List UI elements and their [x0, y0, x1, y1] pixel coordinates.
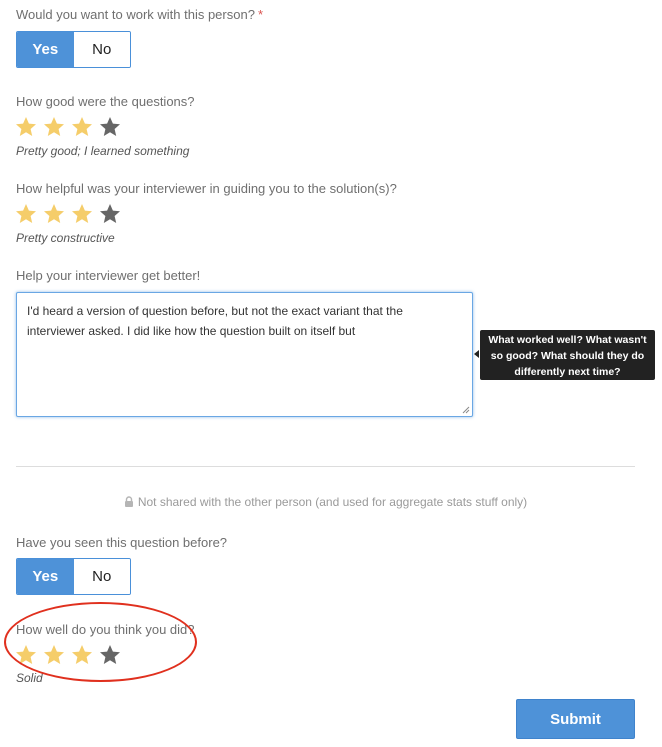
star-icon[interactable]	[42, 115, 66, 139]
star-icon[interactable]	[14, 115, 38, 139]
star-icon[interactable]	[98, 115, 122, 139]
self-assessment-label: How well do you think you did?	[16, 622, 195, 637]
question-quality-label: How good were the questions?	[16, 94, 195, 109]
private-note-text: Not shared with the other person (and us…	[137, 495, 528, 509]
feedback-text: I'd heard a version of question before, …	[27, 304, 403, 338]
seen-question-no-button[interactable]: No	[73, 559, 130, 594]
feedback-tooltip: What worked well? What wasn't so good? W…	[480, 330, 655, 380]
feedback-label: Help your interviewer get better!	[16, 268, 201, 283]
star-icon[interactable]	[70, 643, 94, 667]
question-quality-caption: Pretty good; I learned something	[16, 144, 190, 158]
interviewer-helpful-rating	[14, 202, 122, 226]
resize-grip-icon[interactable]	[462, 406, 470, 414]
interviewer-helpful-caption: Pretty constructive	[16, 231, 115, 245]
self-assessment-caption: Solid	[16, 671, 43, 685]
annotation-circle	[4, 602, 197, 682]
star-icon[interactable]	[14, 643, 38, 667]
star-icon[interactable]	[70, 202, 94, 226]
seen-question-yes-button[interactable]: Yes	[17, 559, 74, 594]
star-icon[interactable]	[42, 643, 66, 667]
self-assessment-rating	[14, 643, 122, 667]
required-asterisk: *	[257, 7, 263, 22]
star-icon[interactable]	[14, 202, 38, 226]
question-text: Would you want to work with this person?	[16, 7, 255, 22]
work-with-yes-button[interactable]: Yes	[17, 32, 74, 67]
star-icon[interactable]	[98, 202, 122, 226]
lock-icon	[124, 496, 133, 507]
interviewer-helpful-label: How helpful was your interviewer in guid…	[16, 181, 397, 196]
star-icon[interactable]	[70, 115, 94, 139]
section-divider	[16, 466, 635, 467]
star-icon[interactable]	[98, 643, 122, 667]
tooltip-arrow	[474, 350, 479, 358]
work-with-no-button[interactable]: No	[73, 32, 130, 67]
seen-question-label: Have you seen this question before?	[16, 535, 228, 550]
question-work-with-label: Would you want to work with this person?…	[16, 7, 263, 22]
private-note: Not shared with the other person (and us…	[0, 495, 651, 509]
submit-button[interactable]: Submit	[516, 699, 635, 739]
question-quality-rating	[14, 115, 122, 139]
seen-question-toggle: Yes No	[16, 558, 131, 595]
work-with-toggle: Yes No	[16, 31, 131, 68]
star-icon[interactable]	[42, 202, 66, 226]
feedback-textarea[interactable]: I'd heard a version of question before, …	[16, 292, 473, 417]
